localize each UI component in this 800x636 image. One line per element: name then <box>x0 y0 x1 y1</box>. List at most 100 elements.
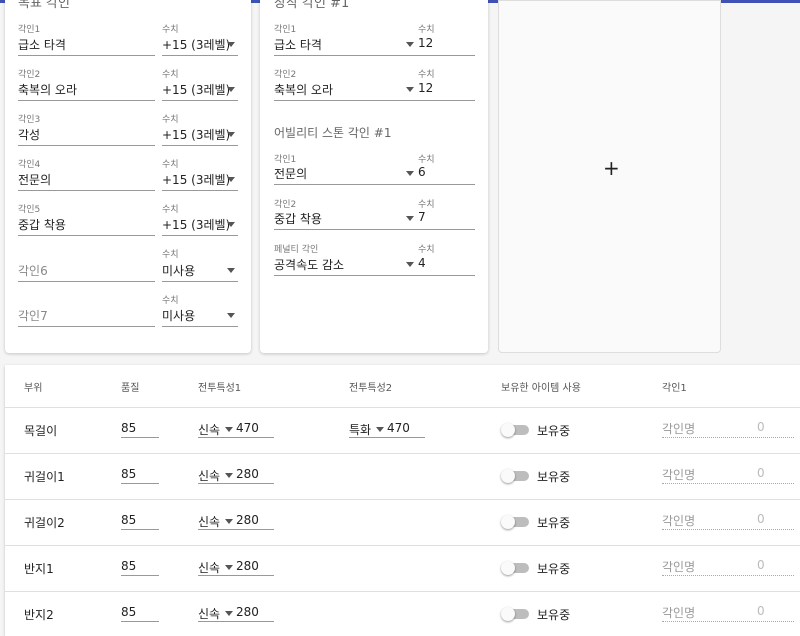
engrave-name-input[interactable]: 각인명 <box>662 604 695 621</box>
value-label: 수치 <box>162 25 179 35</box>
chevron-down-icon[interactable] <box>225 427 233 432</box>
field-underline <box>18 326 155 327</box>
engraving-level-select[interactable]: +15 (3레벨) <box>162 36 230 53</box>
quality-input[interactable]: 85 <box>121 421 136 435</box>
engraving-name-field[interactable]: 중갑 착용 <box>18 216 66 233</box>
stat1-select[interactable]: 신속 <box>198 467 220 484</box>
card-title: 목표 각인 <box>18 0 70 11</box>
engraving-name-field[interactable]: 각인6 <box>18 262 48 279</box>
engrave-name-input[interactable]: 각인명 <box>662 512 695 529</box>
engraving-name-field[interactable]: 전문의 <box>274 165 307 182</box>
owned-label: 보유중 <box>537 424 571 438</box>
quality-input[interactable]: 85 <box>121 467 136 481</box>
chevron-down-icon[interactable] <box>225 473 233 478</box>
engraving-level-select[interactable]: +15 (3레벨) <box>162 216 230 233</box>
stat1-value-input[interactable]: 280 <box>236 559 259 573</box>
engraving-name-field[interactable]: 급소 타격 <box>18 36 66 53</box>
plus-icon[interactable]: + <box>603 156 620 180</box>
owned-toggle-knob[interactable] <box>501 561 515 575</box>
chevron-down-icon[interactable] <box>225 519 233 524</box>
chevron-down-icon[interactable] <box>227 42 235 47</box>
engraving-label: 각인1 <box>274 25 297 35</box>
chevron-down-icon[interactable] <box>406 42 414 47</box>
engraving-value-input[interactable]: 6 <box>418 165 426 179</box>
stat1-value-input[interactable]: 280 <box>236 467 259 481</box>
engraving-level-select[interactable]: +15 (3레벨) <box>162 81 230 98</box>
chevron-down-icon[interactable] <box>225 565 233 570</box>
engraving-name-field[interactable]: 각성 <box>18 126 40 143</box>
value-label: 수치 <box>162 250 179 260</box>
owned-toggle-knob[interactable] <box>501 423 515 437</box>
stat2-select[interactable]: 특화 <box>349 421 371 438</box>
engraving-name-field[interactable]: 중갑 착용 <box>274 210 322 227</box>
engrave-value-input[interactable]: 0 <box>757 512 765 526</box>
engraving-name-field[interactable]: 전문의 <box>18 171 51 188</box>
engrave-name-input[interactable]: 각인명 <box>662 558 695 575</box>
field-underline <box>274 100 475 101</box>
chevron-down-icon[interactable] <box>406 262 414 267</box>
chevron-down-icon[interactable] <box>227 87 235 92</box>
field-underline <box>349 437 425 438</box>
field-underline <box>198 529 274 530</box>
field-underline <box>162 145 238 146</box>
engraving-value-input[interactable]: 4 <box>418 256 426 270</box>
field-underline <box>662 483 794 484</box>
engraving-name-field[interactable]: 축복의 오라 <box>18 81 77 98</box>
engraving-name-field[interactable]: 축복의 오라 <box>274 81 333 98</box>
quality-input[interactable]: 85 <box>121 605 136 619</box>
engraving-level-select[interactable]: 미사용 <box>162 262 195 279</box>
engrave-name-input[interactable]: 각인명 <box>662 420 695 437</box>
engrave-value-input[interactable]: 0 <box>757 558 765 572</box>
stat1-value-input[interactable]: 470 <box>236 421 259 435</box>
add-engraving-card-button[interactable]: + <box>498 0 721 353</box>
engraving-label: 각인2 <box>274 70 297 80</box>
engraving-label: 각인4 <box>18 160 41 170</box>
engrave-value-input[interactable]: 0 <box>757 420 765 434</box>
engraving-name-field[interactable]: 급소 타격 <box>274 36 322 53</box>
stat1-select[interactable]: 신속 <box>198 421 220 438</box>
stat1-select[interactable]: 신속 <box>198 605 220 622</box>
owned-toggle-knob[interactable] <box>501 469 515 483</box>
stat2-value-input[interactable]: 470 <box>387 421 410 435</box>
header-quality: 품질 <box>121 383 140 394</box>
part-name: 목걸이 <box>24 424 58 438</box>
engrave-name-input[interactable]: 각인명 <box>662 466 695 483</box>
owned-label: 보유중 <box>537 562 571 576</box>
chevron-down-icon[interactable] <box>406 87 414 92</box>
quality-input[interactable]: 85 <box>121 559 136 573</box>
chevron-down-icon[interactable] <box>406 171 414 176</box>
stat1-value-input[interactable]: 280 <box>236 605 259 619</box>
quality-input[interactable]: 85 <box>121 513 136 527</box>
owned-toggle-knob[interactable] <box>501 515 515 529</box>
chevron-down-icon[interactable] <box>227 177 235 182</box>
chevron-down-icon[interactable] <box>376 427 384 432</box>
engraving-level-select[interactable]: +15 (3레벨) <box>162 171 230 188</box>
engraving-level-select[interactable]: +15 (3레벨) <box>162 126 230 143</box>
engraving-label: 각인1 <box>274 155 297 165</box>
chevron-down-icon[interactable] <box>227 132 235 137</box>
value-label: 수치 <box>162 160 179 170</box>
engraving-value-input[interactable]: 7 <box>418 210 426 224</box>
engraving-level-select[interactable]: 미사용 <box>162 307 195 324</box>
stat1-select[interactable]: 신속 <box>198 559 220 576</box>
engraving-name-field[interactable]: 공격속도 감소 <box>274 256 344 273</box>
chevron-down-icon[interactable] <box>225 611 233 616</box>
chevron-down-icon[interactable] <box>227 222 235 227</box>
penalty-label: 페널티 각인 <box>274 245 319 255</box>
field-underline <box>198 437 274 438</box>
chevron-down-icon[interactable] <box>227 313 235 318</box>
engrave-value-input[interactable]: 0 <box>757 604 765 618</box>
engraving-label: 각인2 <box>18 70 41 80</box>
engraving-value-input[interactable]: 12 <box>418 81 433 95</box>
field-underline <box>121 575 159 576</box>
stat1-value-input[interactable]: 280 <box>236 513 259 527</box>
chevron-down-icon[interactable] <box>406 216 414 221</box>
value-label: 수치 <box>418 25 435 35</box>
header-part: 부위 <box>24 383 43 394</box>
stat1-select[interactable]: 신속 <box>198 513 220 530</box>
engrave-value-input[interactable]: 0 <box>757 466 765 480</box>
engraving-name-field[interactable]: 각인7 <box>18 307 48 324</box>
chevron-down-icon[interactable] <box>227 268 235 273</box>
owned-toggle-knob[interactable] <box>501 607 515 621</box>
engraving-value-input[interactable]: 12 <box>418 36 433 50</box>
